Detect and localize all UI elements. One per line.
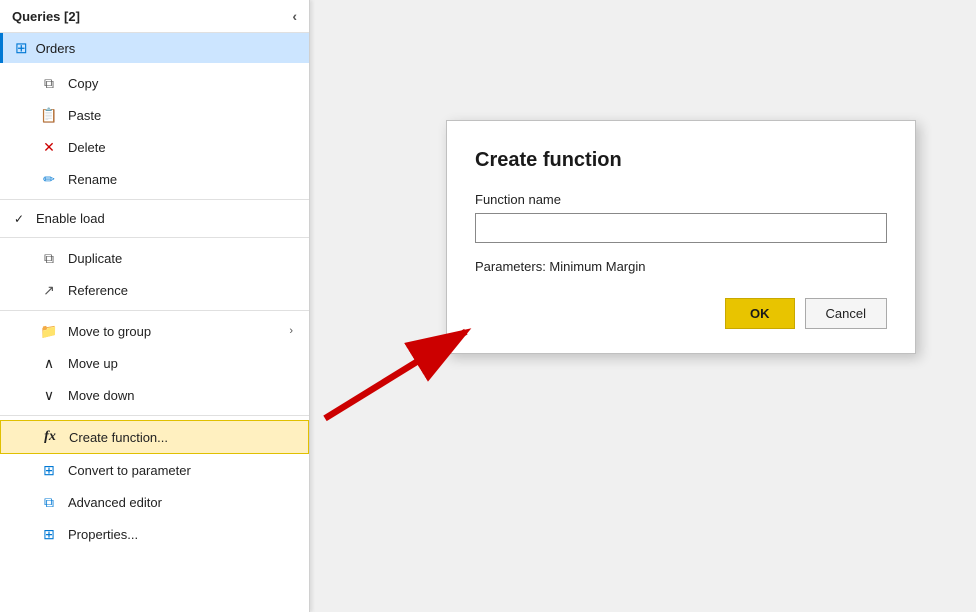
table-icon: ⊞ xyxy=(15,39,28,57)
panel-header: Queries [2] ‹ xyxy=(0,0,309,33)
divider-1 xyxy=(0,199,309,200)
menu-item-create-function[interactable]: fx Create function... xyxy=(0,420,309,454)
delete-label: Delete xyxy=(68,140,106,155)
convert-param-label: Convert to parameter xyxy=(68,463,191,478)
ok-button[interactable]: OK xyxy=(725,298,795,329)
enable-load-label: Enable load xyxy=(36,211,105,226)
menu-item-move-up[interactable]: ∧ Move up xyxy=(0,347,309,379)
menu-item-paste[interactable]: 📋 Paste xyxy=(0,99,309,131)
rename-icon: ✏ xyxy=(40,170,58,188)
menu-item-delete[interactable]: ✕ Delete xyxy=(0,131,309,163)
advanced-editor-label: Advanced editor xyxy=(68,495,162,510)
rename-label: Rename xyxy=(68,172,117,187)
move-down-icon: ∨ xyxy=(40,386,58,404)
params-label: Parameters: Minimum Margin xyxy=(475,259,887,274)
copy-icon: ⧉ xyxy=(40,74,58,92)
fx-icon: fx xyxy=(41,428,59,446)
menu-item-rename[interactable]: ✏ Rename xyxy=(0,163,309,195)
menu-item-convert-to-parameter[interactable]: ⊞ Convert to parameter xyxy=(0,454,309,486)
create-function-label: Create function... xyxy=(69,430,168,445)
context-menu-panel: Queries [2] ‹ ⊞ Orders ⧉ Copy 📋 Paste ✕ … xyxy=(0,0,310,612)
function-name-input[interactable] xyxy=(475,213,887,243)
duplicate-icon: ⧉ xyxy=(40,249,58,267)
menu-item-enable-load[interactable]: ✓ Enable load xyxy=(0,204,309,233)
menu-item-move-to-group[interactable]: 📁 Move to group › xyxy=(0,315,309,347)
menu-item-reference[interactable]: ↗ Reference xyxy=(0,274,309,306)
duplicate-label: Duplicate xyxy=(68,251,122,266)
copy-label: Copy xyxy=(68,76,98,91)
move-up-icon: ∧ xyxy=(40,354,58,372)
folder-icon: 📁 xyxy=(40,322,58,340)
reference-icon: ↗ xyxy=(40,281,58,299)
query-name: Orders xyxy=(36,41,76,56)
reference-label: Reference xyxy=(68,283,128,298)
move-to-group-label: Move to group xyxy=(68,324,151,339)
query-item-orders[interactable]: ⊞ Orders xyxy=(0,33,309,63)
convert-icon: ⊞ xyxy=(40,461,58,479)
collapse-button[interactable]: ‹ xyxy=(292,8,297,24)
menu-item-duplicate[interactable]: ⧉ Duplicate xyxy=(0,242,309,274)
paste-label: Paste xyxy=(68,108,101,123)
dialog-title: Create function xyxy=(475,149,887,172)
properties-label: Properties... xyxy=(68,527,138,542)
panel-title: Queries [2] xyxy=(12,9,80,24)
divider-4 xyxy=(0,415,309,416)
paste-icon: 📋 xyxy=(40,106,58,124)
submenu-arrow-icon: › xyxy=(289,325,293,337)
delete-icon: ✕ xyxy=(40,138,58,156)
context-menu-list: ⧉ Copy 📋 Paste ✕ Delete ✏ Rename ✓ Enabl… xyxy=(0,63,309,554)
advanced-editor-icon: ⧉ xyxy=(40,493,58,511)
check-icon: ✓ xyxy=(14,212,24,226)
divider-2 xyxy=(0,237,309,238)
create-function-dialog: Create function Function name Parameters… xyxy=(446,120,916,354)
dialog-buttons: OK Cancel xyxy=(475,298,887,329)
menu-item-move-down[interactable]: ∨ Move down xyxy=(0,379,309,411)
move-down-label: Move down xyxy=(68,388,134,403)
cancel-button[interactable]: Cancel xyxy=(805,298,887,329)
function-name-label: Function name xyxy=(475,192,887,207)
menu-item-copy[interactable]: ⧉ Copy xyxy=(0,67,309,99)
menu-item-advanced-editor[interactable]: ⧉ Advanced editor xyxy=(0,486,309,518)
properties-icon: ⊞ xyxy=(40,525,58,543)
divider-3 xyxy=(0,310,309,311)
menu-item-properties[interactable]: ⊞ Properties... xyxy=(0,518,309,550)
move-up-label: Move up xyxy=(68,356,118,371)
